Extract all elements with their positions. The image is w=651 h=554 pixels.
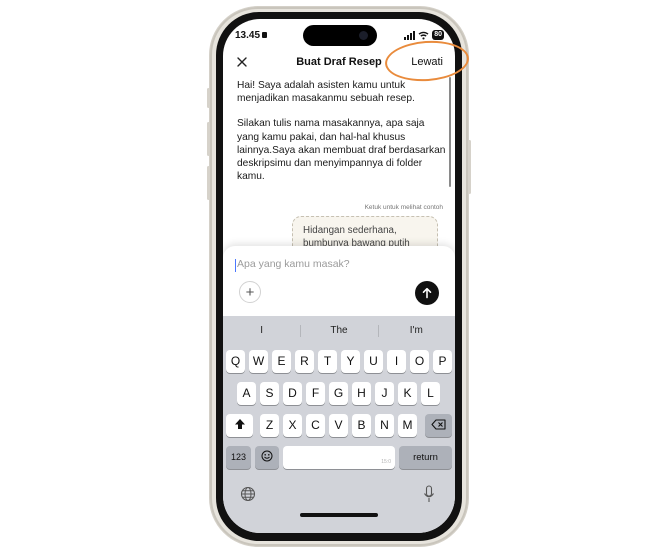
key-b[interactable]: B: [352, 414, 371, 437]
key-s[interactable]: S: [260, 382, 279, 405]
send-button[interactable]: [415, 281, 439, 305]
microphone-icon[interactable]: [423, 485, 435, 503]
key-h[interactable]: H: [352, 382, 371, 405]
key-l[interactable]: L: [421, 382, 440, 405]
key-q[interactable]: Q: [226, 350, 245, 373]
key-a[interactable]: A: [237, 382, 256, 405]
key-k[interactable]: K: [398, 382, 417, 405]
key-y[interactable]: Y: [341, 350, 360, 373]
key-w[interactable]: W: [249, 350, 268, 373]
plus-icon: +: [245, 283, 255, 301]
key-x[interactable]: X: [283, 414, 302, 437]
signal-icon: [404, 30, 416, 40]
key-v[interactable]: V: [329, 414, 348, 437]
arrow-up-icon: [422, 287, 432, 299]
key-g[interactable]: G: [329, 382, 348, 405]
space-key[interactable]: 15:0: [283, 446, 395, 469]
scroll-indicator: [449, 77, 451, 187]
camera-icon: [359, 31, 368, 40]
composer-panel: +: [223, 246, 455, 316]
key-f[interactable]: F: [306, 382, 325, 405]
key-r[interactable]: R: [295, 350, 314, 373]
example-hint: Ketuk untuk melihat contoh: [364, 204, 443, 211]
key-z[interactable]: Z: [260, 414, 279, 437]
action-button: [207, 88, 210, 108]
assistant-message-instructions: Silakan tulis nama masakannya, apa saja …: [237, 118, 446, 183]
suggestion-item[interactable]: I'm: [377, 316, 455, 346]
emoji-key[interactable]: [255, 446, 279, 469]
keyboard: I The I'm Q W E R T Y U I O P A S D F G …: [223, 316, 455, 533]
key-i[interactable]: I: [387, 350, 406, 373]
key-j[interactable]: J: [375, 382, 394, 405]
add-button[interactable]: +: [239, 281, 261, 303]
backspace-key[interactable]: [425, 414, 452, 437]
wifi-icon: [418, 31, 429, 40]
key-n[interactable]: N: [375, 414, 394, 437]
key-u[interactable]: U: [364, 350, 383, 373]
status-time: 13.45: [235, 30, 268, 41]
battery-icon: 80: [432, 30, 444, 40]
volume-down-button: [207, 166, 210, 200]
numbers-key[interactable]: 123: [226, 446, 251, 469]
text-caret: [235, 259, 236, 272]
key-c[interactable]: C: [306, 414, 325, 437]
assistant-message-greeting: Hai! Saya adalah asisten kamu untuk menj…: [237, 80, 415, 105]
assistant-message: Hai! Saya adalah asisten kamu untuk menj…: [237, 79, 447, 195]
volume-up-button: [207, 122, 210, 156]
backspace-icon: [431, 419, 446, 430]
power-button: [468, 140, 471, 194]
shift-key[interactable]: [226, 414, 253, 437]
key-d[interactable]: D: [283, 382, 302, 405]
emoji-icon: [261, 450, 273, 462]
home-indicator: [300, 513, 378, 517]
lock-icon: [262, 32, 268, 38]
key-o[interactable]: O: [410, 350, 429, 373]
return-key[interactable]: return: [399, 446, 452, 469]
key-m[interactable]: M: [398, 414, 417, 437]
dynamic-island: [303, 25, 377, 46]
message-input[interactable]: [237, 258, 437, 270]
suggestion-item[interactable]: I: [223, 316, 300, 346]
globe-icon[interactable]: [240, 486, 256, 502]
key-p[interactable]: P: [433, 350, 452, 373]
key-t[interactable]: T: [318, 350, 337, 373]
phone-screen: 13.45 80 Buat Draf Resep Lewati Hai! Say…: [223, 19, 455, 533]
key-e[interactable]: E: [272, 350, 291, 373]
shift-icon: [234, 419, 245, 429]
suggestion-item[interactable]: The: [300, 316, 377, 346]
space-key-hint: 15:0: [381, 459, 391, 465]
suggestion-bar: I The I'm: [223, 316, 455, 346]
status-time-label: 13.45: [235, 30, 261, 41]
status-icons: 80: [404, 30, 444, 40]
